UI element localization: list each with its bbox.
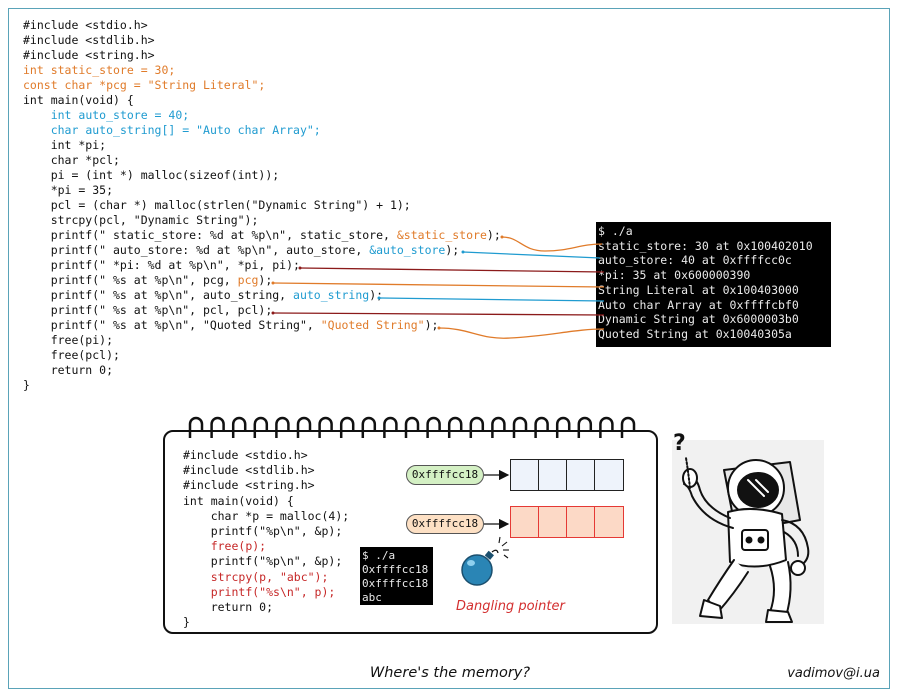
author-signature: vadimov@i.ua bbox=[787, 666, 880, 681]
figure-caption: Where's the memory? bbox=[369, 665, 531, 681]
question-mark: ? bbox=[673, 431, 686, 456]
astronaut-illustration: ? bbox=[673, 431, 810, 623]
